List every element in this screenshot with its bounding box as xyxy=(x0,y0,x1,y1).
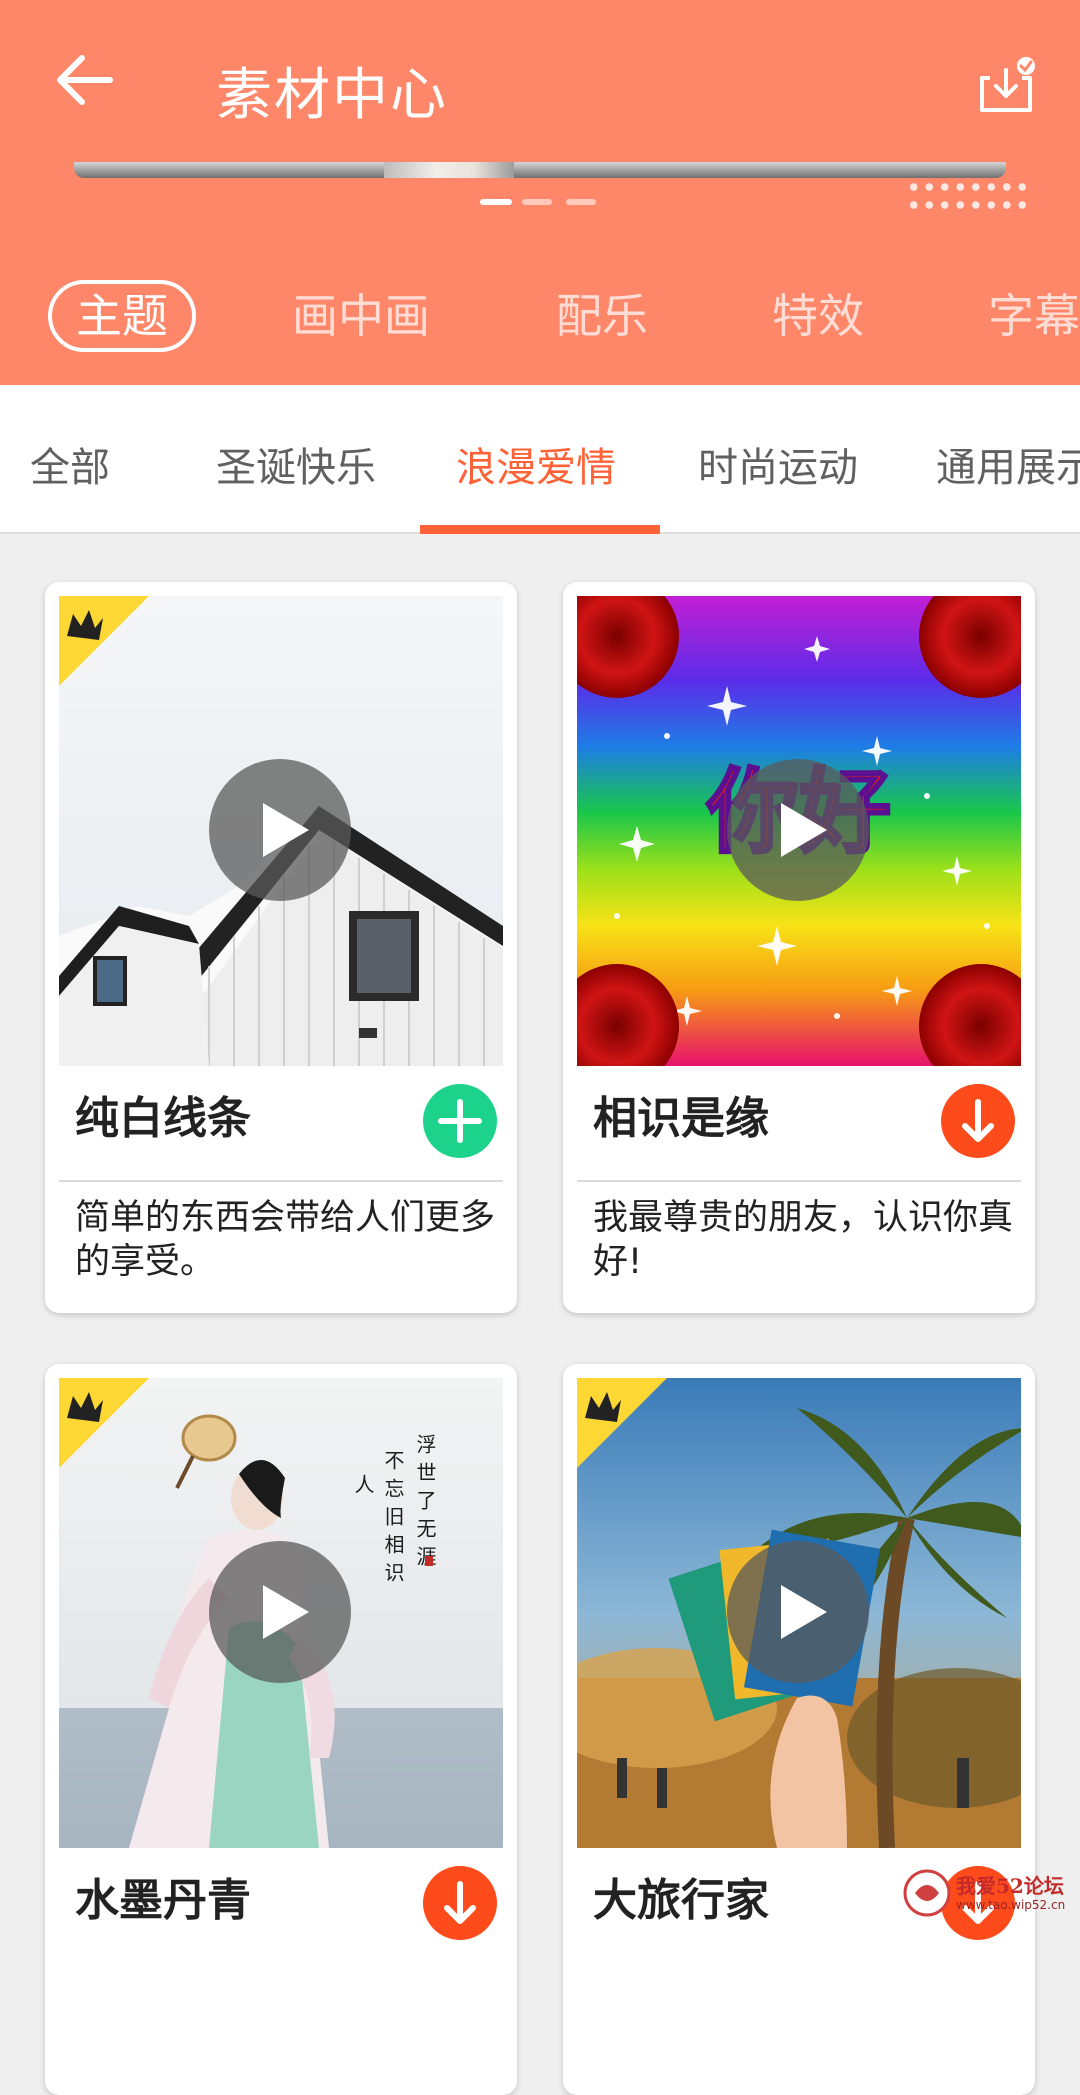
forum-watermark: 我爱52论坛 www.tao.wip52.cn xyxy=(900,1866,1080,1920)
vip-crown-icon xyxy=(59,596,149,686)
decorative-dots xyxy=(906,178,1026,214)
back-button[interactable] xyxy=(52,48,116,112)
card-description: 简单的东西会带给人们更多的享受。 xyxy=(75,1198,496,1282)
play-icon[interactable] xyxy=(209,759,351,901)
play-icon[interactable] xyxy=(727,1541,869,1683)
pager-dot xyxy=(480,199,512,205)
tab-music[interactable]: 配乐 xyxy=(556,276,648,356)
watermark-url: www.tao.wip52.cn xyxy=(956,1898,1066,1912)
divider xyxy=(577,1180,1021,1182)
theme-card[interactable]: 大旅行家 xyxy=(563,1364,1035,2095)
tab-picture-in-picture[interactable]: 画中画 xyxy=(292,276,430,356)
watermark-logo-icon xyxy=(903,1869,951,1917)
arrow-left-icon xyxy=(57,55,113,105)
theme-card[interactable]: 你好 相识是缘 我最尊贵的朋友，认识你真好! xyxy=(563,582,1035,1313)
theme-thumbnail[interactable] xyxy=(577,1378,1021,1848)
download-button[interactable] xyxy=(941,1084,1015,1158)
tab-theme[interactable]: 主题 xyxy=(48,280,196,352)
watermark-text: 我爱52论坛 xyxy=(956,1874,1064,1898)
card-title: 水墨丹青 xyxy=(75,1875,251,1926)
card-title: 相识是缘 xyxy=(593,1093,769,1144)
pager-dot xyxy=(522,199,552,205)
header: 素材中心 主题 画中画 配乐 特效 字幕 xyxy=(0,0,1080,385)
add-button[interactable] xyxy=(423,1084,497,1158)
active-subtab-indicator xyxy=(420,525,660,534)
subtab-christmas[interactable]: 圣诞快乐 xyxy=(216,385,376,534)
theme-thumbnail[interactable] xyxy=(59,596,503,1066)
banner-image xyxy=(384,162,514,178)
card-title: 纯白线条 xyxy=(75,1093,251,1144)
pager-dot xyxy=(566,199,596,205)
card-description: 我最尊贵的朋友，认识你真好! xyxy=(593,1198,1014,1282)
download-check-icon xyxy=(980,57,1035,112)
vip-crown-icon xyxy=(577,1378,667,1468)
svg-text:不忘旧相识: 不忘旧相识 xyxy=(381,1450,405,1590)
theme-card[interactable]: 纯白线条 简单的东西会带给人们更多的享受。 xyxy=(45,582,517,1313)
play-icon[interactable] xyxy=(209,1541,351,1683)
subtab-general[interactable]: 通用展示 xyxy=(936,385,1080,534)
download-manager-button[interactable] xyxy=(976,56,1036,116)
subtab-fashion-sports[interactable]: 时尚运动 xyxy=(698,385,858,534)
tab-effects[interactable]: 特效 xyxy=(772,276,864,356)
subtab-romance[interactable]: 浪漫爱情 xyxy=(456,385,616,534)
vip-crown-icon xyxy=(59,1378,149,1468)
play-icon[interactable] xyxy=(727,759,869,901)
main-tab-bar: 主题 画中画 配乐 特效 字幕 xyxy=(0,276,1080,356)
theme-card[interactable]: 浮世了无涯 不忘旧相识 人 水墨丹青 xyxy=(45,1364,517,2095)
svg-text:人: 人 xyxy=(351,1474,375,1494)
tab-subtitles[interactable]: 字幕 xyxy=(988,276,1080,356)
card-title: 大旅行家 xyxy=(593,1875,769,1926)
divider xyxy=(59,1180,503,1182)
page-title: 素材中心 xyxy=(216,63,448,128)
download-button[interactable] xyxy=(423,1866,497,1940)
banner-carousel[interactable] xyxy=(74,162,1006,178)
theme-thumbnail[interactable]: 浮世了无涯 不忘旧相识 人 xyxy=(59,1378,503,1848)
theme-thumbnail[interactable]: 你好 xyxy=(577,596,1021,1066)
subtab-all[interactable]: 全部 xyxy=(30,385,110,534)
category-tab-bar: 全部 圣诞快乐 浪漫爱情 时尚运动 通用展示 xyxy=(0,385,1080,534)
svg-text:浮世了无涯: 浮世了无涯 xyxy=(413,1434,437,1574)
